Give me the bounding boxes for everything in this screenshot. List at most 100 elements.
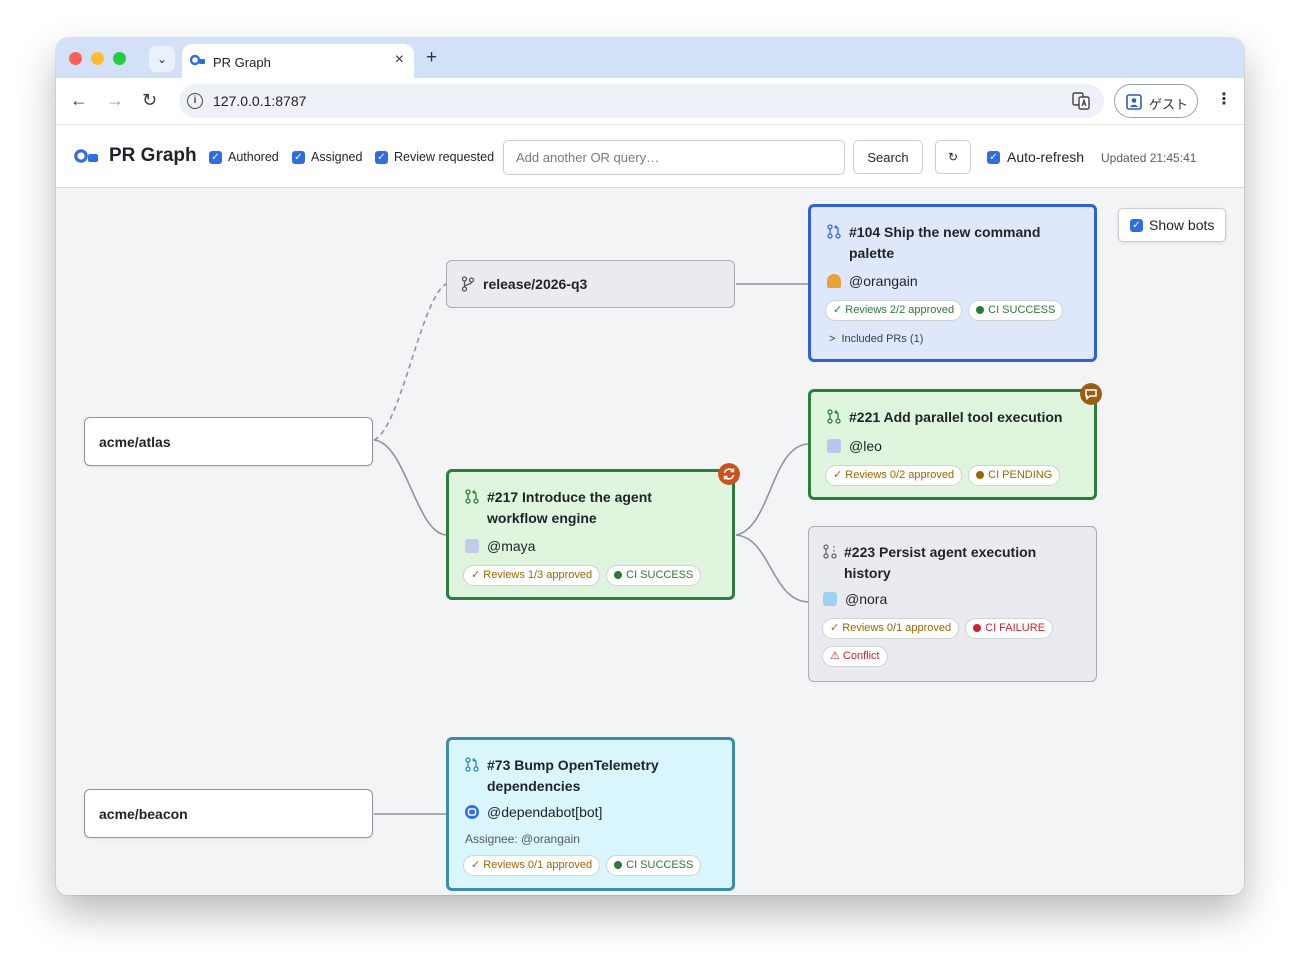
pr-assignee: Assignee: @orangain	[465, 832, 580, 846]
chevron-right-icon: >	[829, 333, 836, 345]
avatar	[465, 539, 479, 553]
app-header: PR Graph ✓ Authored ✓ Assigned ✓ Review …	[56, 124, 1244, 188]
avatar	[827, 439, 841, 453]
pr-card-223[interactable]: #223 Persist agent execution history @nor…	[808, 526, 1097, 682]
pr-author: @maya	[465, 538, 535, 554]
pr-card-221[interactable]: #221 Add parallel tool execution @leo ✓ …	[808, 389, 1097, 500]
info-icon[interactable]: i	[187, 93, 203, 109]
ci-status-badge: CI SUCCESS	[606, 565, 702, 586]
ci-status-badge: CI FAILURE	[965, 618, 1054, 639]
auto-refresh-toggle[interactable]: ✓ Auto-refresh	[987, 149, 1084, 165]
tab-search-button[interactable]: ⌄	[149, 46, 175, 72]
pull-request-icon	[827, 409, 841, 424]
pr-title: #217 Introduce the agent workflow engine	[487, 489, 652, 526]
ci-status-badge: CI PENDING	[968, 465, 1061, 486]
new-tab-button[interactable]: +	[426, 47, 437, 69]
graph-canvas[interactable]: acme/atlas acme/beacon release/2026-q3 #…	[56, 188, 1244, 895]
review-comment-icon[interactable]	[1080, 383, 1102, 405]
filter-assigned-label: Assigned	[311, 150, 363, 164]
reviews-badge: ✓ Reviews 2/2 approved	[825, 300, 963, 321]
pull-request-icon	[827, 224, 841, 239]
pr-badges: ✓ Reviews 2/2 approved CI SUCCESS	[825, 300, 1064, 321]
reviews-badge: ✓ Reviews 0/1 approved	[463, 855, 601, 876]
refresh-button[interactable]: ↻	[935, 140, 971, 174]
edge-pr217-pr221	[735, 443, 809, 536]
reviews-badge: ✓ Reviews 0/2 approved	[825, 465, 963, 486]
profile-label: ゲスト	[1149, 97, 1189, 112]
pr-graph-logo-icon	[190, 54, 205, 66]
tab-title: PR Graph	[213, 55, 271, 70]
pr-card-73[interactable]: #73 Bump OpenTelemetry dependencies @depe…	[446, 737, 735, 891]
repo-name: acme/beacon	[99, 806, 188, 822]
reviews-badge: ✓ Reviews 1/3 approved	[463, 565, 601, 586]
repo-node-atlas[interactable]: acme/atlas	[84, 417, 373, 466]
branch-name: release/2026-q3	[483, 276, 588, 292]
checkbox-checked-icon[interactable]: ✓	[375, 150, 388, 164]
pr-badges-conflict: ⚠ Conflict	[822, 646, 888, 667]
browser-toolbar: ← → ↻ i 127.0.0.1:8787 ゲスト ⋮	[56, 78, 1244, 124]
auto-refresh-label: Auto-refresh	[1007, 149, 1085, 165]
tab-strip: ⌄ PR Graph × +	[56, 38, 1244, 78]
reviews-badge: ✓ Reviews 0/1 approved	[822, 618, 960, 639]
pull-request-icon	[465, 757, 479, 772]
filter-assigned[interactable]: ✓ Assigned	[292, 150, 362, 164]
search-button[interactable]: Search	[853, 140, 923, 174]
profile-button[interactable]: ゲスト	[1114, 84, 1198, 118]
browser-menu-button[interactable]: ⋮	[1216, 89, 1232, 111]
pr-card-104[interactable]: #104 Ship the new command palette @oranga…	[808, 204, 1097, 362]
translate-icon[interactable]	[1072, 92, 1090, 110]
ci-status-badge: CI SUCCESS	[968, 300, 1064, 321]
draft-pull-request-icon	[823, 544, 837, 559]
repo-name: acme/atlas	[99, 434, 171, 450]
close-icon[interactable]: ×	[395, 51, 404, 69]
pr-badges: ✓ Reviews 1/3 approved CI SUCCESS	[463, 565, 702, 586]
checkbox-checked-icon[interactable]: ✓	[987, 150, 1000, 164]
tab-pr-graph[interactable]: PR Graph ×	[182, 44, 414, 78]
browser-window: ⌄ PR Graph × + ← → ↻ i 127.0.0.1:8787 ゲス…	[56, 38, 1244, 895]
pull-request-icon	[465, 489, 479, 504]
pr-badges: ✓ Reviews 0/1 approved CI FAILURE	[822, 618, 1054, 639]
pr-card-217[interactable]: #217 Introduce the agent workflow engine …	[446, 469, 735, 600]
pr-author: @dependabot[bot]	[465, 804, 602, 820]
pr-author: @leo	[827, 438, 882, 454]
back-button[interactable]: ←	[70, 89, 88, 111]
person-icon	[1126, 94, 1142, 110]
edge-atlas-pr217	[373, 439, 447, 536]
close-window-button[interactable]	[69, 52, 82, 65]
git-branch-icon	[461, 276, 475, 292]
checkbox-checked-icon[interactable]: ✓	[209, 150, 222, 164]
included-prs-toggle[interactable]: > Included PRs (1)	[829, 333, 923, 345]
edge-atlas-branch	[373, 283, 447, 441]
show-bots-toggle[interactable]: ✓ Show bots	[1118, 208, 1226, 242]
checkbox-checked-icon[interactable]: ✓	[292, 150, 305, 164]
reload-button[interactable]: ↻	[142, 89, 157, 111]
pr-title: #73 Bump OpenTelemetry dependencies	[487, 757, 659, 794]
filter-review-requested-label: Review requested	[394, 150, 495, 164]
pr-title: #223 Persist agent execution history	[844, 544, 1037, 581]
avatar	[827, 274, 841, 288]
query-input[interactable]	[503, 140, 845, 175]
branch-node[interactable]: release/2026-q3	[446, 260, 735, 308]
pr-badges: ✓ Reviews 0/2 approved CI PENDING	[825, 465, 1061, 486]
repo-node-beacon[interactable]: acme/beacon	[84, 789, 373, 838]
avatar	[823, 592, 837, 606]
pr-badges: ✓ Reviews 0/1 approved CI SUCCESS	[463, 855, 702, 876]
pr-author: @nora	[823, 591, 887, 607]
minimize-window-button[interactable]	[91, 52, 104, 65]
sync-icon[interactable]	[718, 463, 740, 485]
updated-timestamp: Updated 21:45:41	[1101, 151, 1197, 165]
pr-author: @orangain	[827, 273, 918, 289]
checkbox-checked-icon[interactable]: ✓	[1130, 218, 1143, 232]
dependabot-icon	[465, 805, 479, 819]
chevron-down-icon: ⌄	[156, 52, 168, 66]
pr-title: #221 Add parallel tool execution	[849, 409, 1063, 425]
ci-status-badge: CI SUCCESS	[606, 855, 702, 876]
edge-pr217-pr223	[735, 534, 809, 603]
filter-authored[interactable]: ✓ Authored	[209, 150, 279, 164]
filter-review-requested[interactable]: ✓ Review requested	[375, 150, 494, 164]
forward-button[interactable]: →	[106, 89, 124, 111]
pr-title: #104 Ship the new command palette	[849, 224, 1041, 261]
address-bar[interactable]: i 127.0.0.1:8787	[179, 84, 1104, 118]
zoom-window-button[interactable]	[113, 52, 126, 65]
url-text: 127.0.0.1:8787	[213, 93, 307, 109]
